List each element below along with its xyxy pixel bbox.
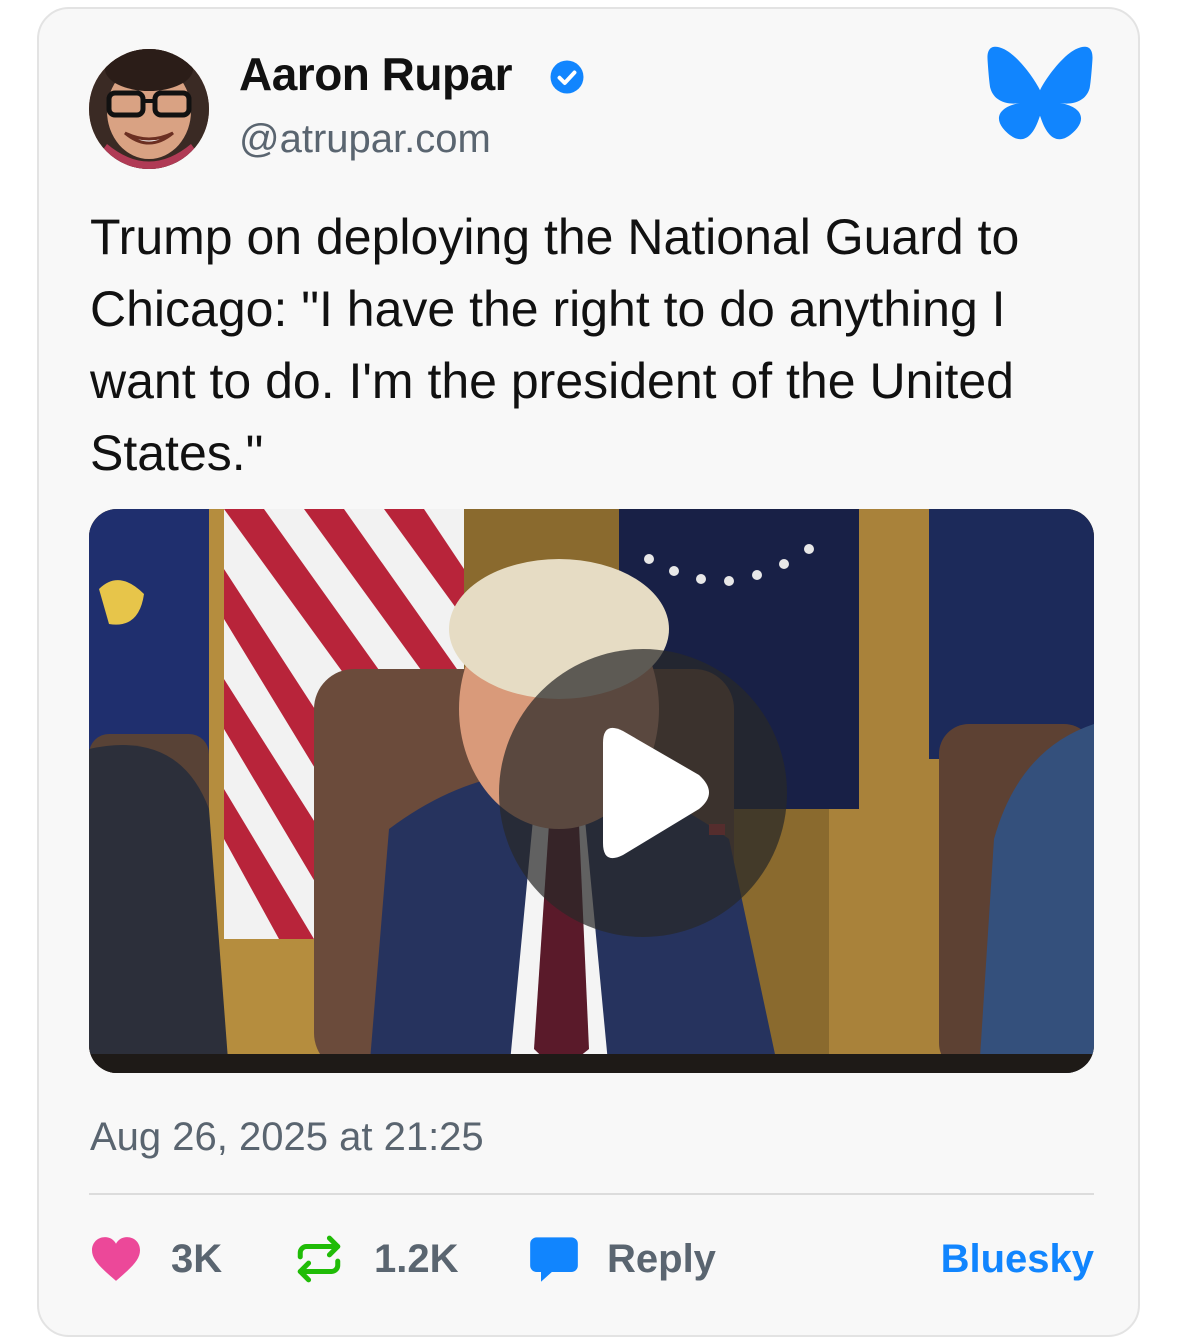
reply-button[interactable]: Reply — [527, 1229, 716, 1289]
avatar[interactable] — [89, 49, 209, 169]
repost-count: 1.2K — [374, 1236, 459, 1281]
reply-label: Reply — [607, 1236, 716, 1281]
post-text: Trump on deploying the National Guard to… — [90, 209, 1020, 481]
bluesky-butterfly-icon[interactable] — [985, 45, 1095, 141]
post-timestamp[interactable]: Aug 26, 2025 at 21:25 — [90, 1115, 484, 1160]
bluesky-link[interactable]: Bluesky — [941, 1237, 1094, 1282]
heart-icon — [92, 1237, 140, 1281]
verified-check-icon — [550, 60, 584, 94]
reply-bubble-icon — [530, 1237, 578, 1282]
play-button[interactable] — [499, 649, 787, 937]
like-count: 3K — [171, 1236, 223, 1281]
author-name[interactable]: Aaron Rupar — [239, 47, 513, 101]
post-embed-card: Aaron Rupar @atrupar.com Trump on deploy… — [37, 7, 1140, 1337]
video-player[interactable] — [89, 509, 1094, 1073]
action-bar: 3K 1.2K Reply Bluesky — [89, 1229, 1094, 1289]
divider — [89, 1193, 1094, 1195]
play-icon — [603, 727, 709, 859]
repost-button[interactable]: 1.2K — [294, 1229, 459, 1289]
author-handle[interactable]: @atrupar.com — [239, 117, 491, 162]
like-button[interactable]: 3K — [89, 1229, 222, 1289]
repost-icon — [297, 1235, 341, 1283]
avatar-photo — [89, 49, 209, 169]
